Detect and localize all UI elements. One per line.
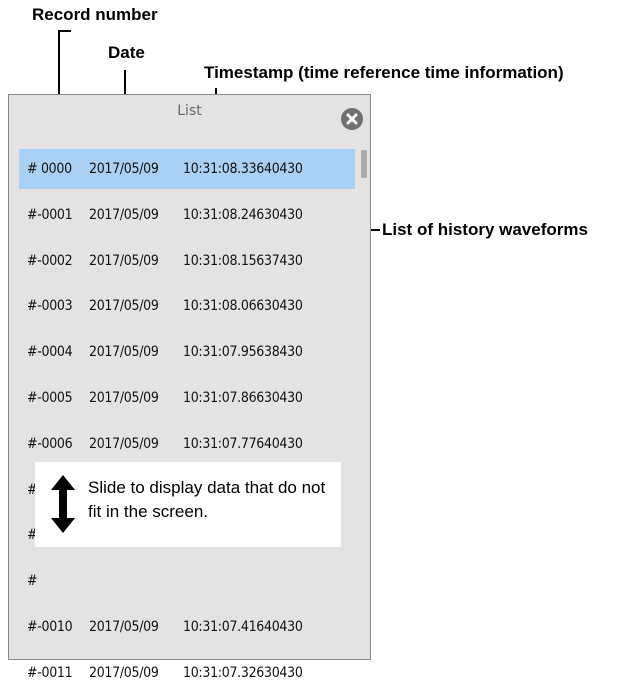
list-item[interactable]: #-0010 2017/05/09 10:31:07.41640430 xyxy=(19,607,355,647)
record-number: #-0010 xyxy=(27,619,73,635)
record-timestamp: 10:31:07.86630430 xyxy=(183,390,303,406)
list-item[interactable]: #-0004 2017/05/09 10:31:07.95638430 xyxy=(19,332,355,372)
list-item[interactable]: #-0003 2017/05/09 10:31:08.06630430 xyxy=(19,286,355,326)
record-timestamp: 10:31:07.41640430 xyxy=(183,619,303,635)
record-timestamp: 10:31:08.33640430 xyxy=(183,161,303,177)
list-item[interactable]: #-0006 2017/05/09 10:31:07.77640430 xyxy=(19,424,355,464)
record-number: #-0004 xyxy=(27,344,73,361)
record-timestamp: 10:31:07.32630430 xyxy=(183,664,303,681)
callout-record-number: Record number xyxy=(32,5,158,24)
record-number: # xyxy=(27,573,38,590)
record-number: #-0001 xyxy=(27,206,73,223)
record-date: 2017/05/09 xyxy=(89,619,159,635)
record-number: #-0002 xyxy=(27,252,73,269)
callout-date: Date xyxy=(108,43,145,62)
list-item[interactable]: # xyxy=(19,561,355,601)
record-timestamp: 10:31:08.06630430 xyxy=(183,298,303,315)
record-number: #-0006 xyxy=(27,435,73,452)
up-down-arrow-icon xyxy=(51,475,75,533)
record-date: 2017/05/09 xyxy=(89,435,159,452)
record-timestamp: 10:31:08.24630430 xyxy=(183,206,303,223)
list-item[interactable]: #-0002 2017/05/09 10:31:08.15637430 xyxy=(19,241,355,281)
record-number: #-0005 xyxy=(27,390,73,406)
scroll-hint: Slide to display data that do not fit in… xyxy=(35,462,341,547)
list-item[interactable]: #-0005 2017/05/09 10:31:07.86630430 xyxy=(19,378,355,418)
record-date: 2017/05/09 xyxy=(89,252,159,269)
close-button[interactable] xyxy=(341,108,363,130)
record-number: #-0003 xyxy=(27,298,73,315)
list-item[interactable]: #-0011 2017/05/09 10:31:07.32630430 xyxy=(19,653,355,693)
panel-title: List xyxy=(177,103,202,119)
record-date: 2017/05/09 xyxy=(89,344,159,361)
record-timestamp: 10:31:07.95638430 xyxy=(183,344,303,361)
callout-timestamp: Timestamp (time reference time informati… xyxy=(204,63,564,82)
list-item[interactable]: #-0001 2017/05/09 10:31:08.24630430 xyxy=(19,195,355,235)
record-date: 2017/05/09 xyxy=(89,298,159,315)
record-date: 2017/05/09 xyxy=(89,664,159,681)
record-date: 2017/05/09 xyxy=(89,390,159,406)
list-item[interactable]: # 0000 2017/05/09 10:31:08.33640430 xyxy=(19,149,355,189)
record-number: # 0000 xyxy=(27,161,72,177)
record-date: 2017/05/09 xyxy=(89,206,159,223)
list-panel: List # 0000 2017/05/09 10:31:08.33640430 #-… xyxy=(8,94,371,681)
record-timestamp: 10:31:07.77640430 xyxy=(183,435,303,452)
callout-history-list: List of history waveforms xyxy=(382,220,588,239)
record-number: #-0011 xyxy=(27,664,73,681)
record-timestamp: 10:31:08.15637430 xyxy=(183,252,303,269)
leader-record-number-hook xyxy=(58,30,71,32)
hint-text: Slide to display data that do not fit in… xyxy=(88,478,326,521)
close-icon xyxy=(346,113,358,125)
scrollbar-thumb[interactable] xyxy=(361,150,367,178)
record-date: 2017/05/09 xyxy=(89,161,159,177)
